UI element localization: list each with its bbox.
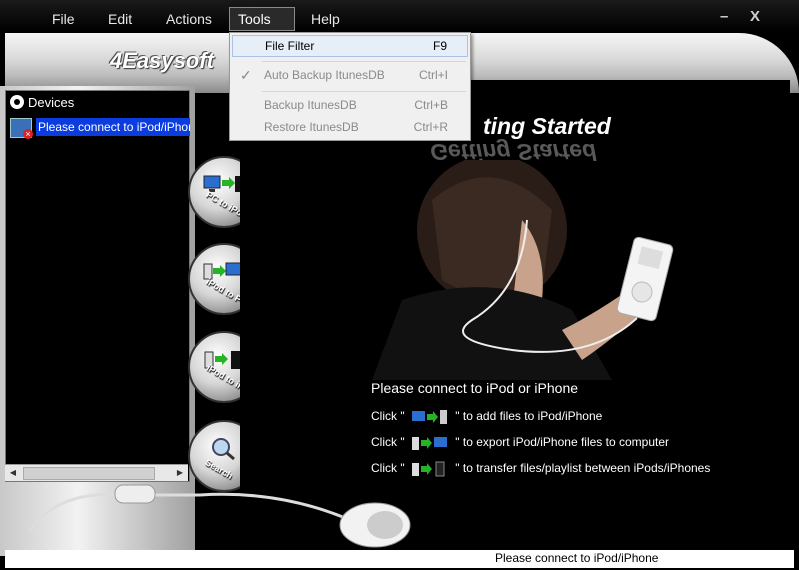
instruction-prefix: Click " xyxy=(371,409,405,423)
status-bar: Please connect to iPod/iPhone xyxy=(5,550,794,568)
devices-header: Devices xyxy=(8,93,74,113)
devices-header-label: Devices xyxy=(28,95,75,110)
menu-separator xyxy=(262,91,466,92)
getting-started-title: ting Started xyxy=(483,113,611,139)
woman-with-ipod-image xyxy=(372,160,674,380)
instruction-suffix: " to add files to iPod/iPhone xyxy=(455,409,603,423)
menu-separator xyxy=(262,61,466,62)
menu-item-label: File Filter xyxy=(265,39,315,53)
instruction-transfer-files: Click " " to transfer files/playlist bet… xyxy=(371,458,710,478)
tools-dropdown-menu: File Filter F9 ✓ Auto Backup ItunesDB Ct… xyxy=(229,32,471,141)
menu-item-label: Backup ItunesDB xyxy=(264,98,357,112)
connect-prompt: Please connect to iPod or iPhone xyxy=(371,380,579,396)
menu-item-auto-backup[interactable]: ✓ Auto Backup ItunesDB Ctrl+I xyxy=(232,65,468,85)
menu-file[interactable]: File xyxy=(44,8,83,30)
menu-item-shortcut: Ctrl+I xyxy=(418,68,448,82)
checkmark-icon: ✓ xyxy=(240,67,252,83)
instruction-export-files: Click " " to export iPod/iPhone files to… xyxy=(371,432,669,452)
menu-item-label: Restore ItunesDB xyxy=(264,120,359,134)
menu-bar: File Edit Actions Tools Help – X xyxy=(0,0,799,32)
instruction-suffix: " to export iPod/iPhone files to compute… xyxy=(455,435,669,449)
scroll-left-arrow-icon[interactable]: ◀ xyxy=(5,465,21,481)
menu-actions[interactable]: Actions xyxy=(158,8,220,30)
menu-help[interactable]: Help xyxy=(303,8,348,30)
close-button[interactable]: X xyxy=(750,8,760,25)
device-list-item-label: Please connect to iPod/iPhone xyxy=(36,118,190,136)
menu-edit[interactable]: Edit xyxy=(100,8,140,30)
gear-icon xyxy=(10,95,24,109)
menu-item-shortcut: Ctrl+R xyxy=(413,120,448,134)
device-list-item[interactable]: × Please connect to iPod/iPhone xyxy=(10,118,190,139)
menu-item-file-filter[interactable]: File Filter F9 xyxy=(232,35,468,57)
pc-to-ipod-icon xyxy=(411,409,447,424)
app-logo: 4Easysoft xyxy=(110,48,214,73)
menu-item-label: Auto Backup ItunesDB xyxy=(264,68,385,82)
disconnected-device-icon: × xyxy=(10,118,33,139)
instruction-prefix: Click " xyxy=(371,435,405,449)
app-window: File Edit Actions Tools Help – X 4Easyso… xyxy=(0,0,799,570)
instruction-suffix: " to transfer files/playlist between iPo… xyxy=(455,461,711,475)
menu-item-shortcut: F9 xyxy=(432,39,447,53)
ipod-to-pc-icon xyxy=(411,436,447,450)
status-text: Please connect to iPod/iPhone xyxy=(495,551,659,565)
devices-panel: Devices × Please connect to iPod/iPhone xyxy=(5,90,190,482)
minimize-button[interactable]: – xyxy=(720,8,728,25)
menu-item-backup-itunesdb[interactable]: Backup ItunesDB Ctrl+B xyxy=(232,95,468,115)
menu-item-restore-itunesdb[interactable]: Restore ItunesDB Ctrl+R xyxy=(232,117,468,137)
earphones-image xyxy=(28,484,411,548)
menu-tools[interactable]: Tools xyxy=(229,7,295,31)
menu-item-shortcut: Ctrl+B xyxy=(414,98,448,112)
instruction-add-files: Click " " to add files to iPod/iPhone xyxy=(371,406,602,426)
